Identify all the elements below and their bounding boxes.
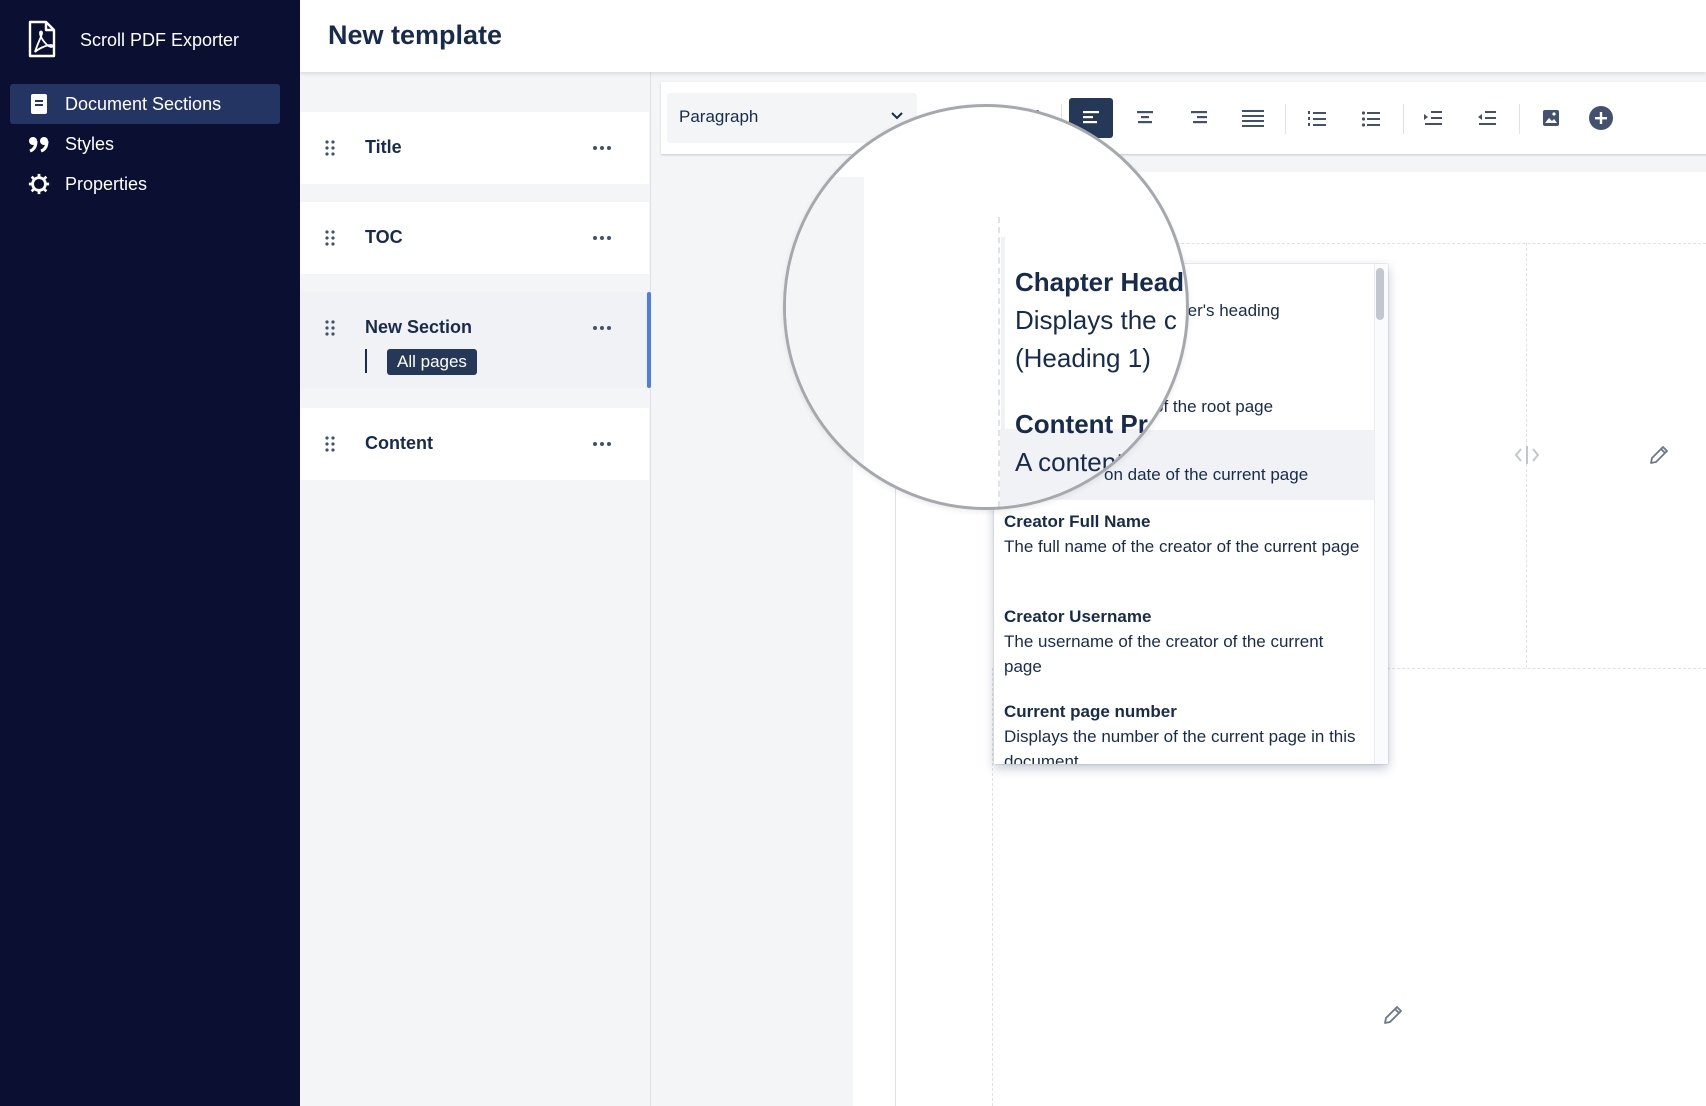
dropdown-item-creator-full-name[interactable]: Creator Full Name The full name of the c… — [994, 509, 1374, 559]
toolbar-divider — [1403, 104, 1404, 134]
magnified-view: Chapter Head Displays the c (Heading 1) … — [786, 107, 1186, 507]
magnified-desc: (Heading 1) — [1015, 343, 1151, 373]
magnifier-lens: Chapter Head Displays the c (Heading 1) … — [783, 104, 1189, 510]
edit-pencil-icon[interactable] — [1648, 444, 1670, 466]
section-toc[interactable]: TOC — [300, 202, 649, 274]
indent-icon — [1424, 111, 1442, 125]
section-label: Title — [365, 137, 402, 157]
plus-circle-icon — [1589, 106, 1613, 130]
sidebar-nav: Document Sections Styles Properties — [10, 84, 280, 204]
document-icon — [28, 93, 50, 115]
dropdown-item-current-page-number[interactable]: Current page number Displays the number … — [994, 699, 1374, 764]
section-title[interactable]: Title — [300, 112, 649, 184]
drag-handle-icon[interactable] — [324, 436, 336, 452]
drag-handle-icon[interactable] — [324, 140, 336, 156]
quote-icon — [28, 133, 50, 155]
gear-icon — [28, 173, 50, 195]
magnified-desc: A content — [1015, 447, 1124, 477]
sidebar: Scroll PDF Exporter Document Sections St… — [0, 0, 300, 1106]
bullet-list-icon — [1361, 111, 1380, 127]
insert-image-button[interactable] — [1529, 98, 1573, 138]
outdent-button[interactable] — [1465, 98, 1509, 138]
magnified-desc: Displays the c — [1015, 305, 1177, 335]
bullet-list-button[interactable] — [1349, 98, 1393, 138]
section-label: TOC — [365, 227, 403, 247]
page-scope-badge: All pages — [387, 349, 477, 375]
drag-handle-icon[interactable] — [324, 230, 336, 246]
sidebar-item-label: Document Sections — [65, 93, 222, 114]
ordered-list-button[interactable] — [1295, 98, 1339, 138]
outdent-icon — [1478, 111, 1496, 125]
brand[interactable]: Scroll PDF Exporter — [24, 20, 239, 60]
resize-handle-icon[interactable] — [1514, 444, 1540, 466]
more-icon[interactable] — [592, 441, 612, 447]
brand-name: Scroll PDF Exporter — [80, 29, 240, 50]
page-title: New template — [328, 20, 503, 50]
more-icon[interactable] — [592, 325, 612, 331]
header: New template — [300, 0, 1706, 72]
section-label: New Section — [365, 317, 473, 337]
image-icon — [1543, 110, 1559, 126]
dropdown-scrollbar-track[interactable] — [1374, 264, 1388, 764]
sidebar-item-properties[interactable]: Properties — [10, 164, 280, 204]
toolbar-divider — [1519, 104, 1520, 134]
dropdown-scrollbar-thumb[interactable] — [1376, 268, 1384, 320]
sidebar-item-label: Styles — [65, 133, 115, 154]
section-label: Content — [365, 433, 433, 453]
sidebar-item-label: Properties — [65, 173, 148, 194]
pdf-logo-icon — [28, 20, 56, 58]
more-icon[interactable] — [592, 145, 612, 151]
section-new-section[interactable]: New Section All pages — [300, 292, 651, 388]
magnified-title: Chapter Head — [1015, 267, 1185, 297]
edit-pencil-icon[interactable] — [1382, 1004, 1404, 1026]
section-content[interactable]: Content — [300, 408, 649, 480]
indent-button[interactable] — [1411, 98, 1455, 138]
sections-panel: Title TOC New Section All pages Content — [300, 72, 651, 1106]
ordered-list-icon — [1308, 111, 1326, 126]
chip-divider — [365, 349, 367, 373]
sidebar-item-styles[interactable]: Styles — [10, 124, 280, 164]
justify-icon — [1242, 110, 1264, 127]
justify-button[interactable] — [1231, 98, 1275, 138]
dropdown-item-creator-username[interactable]: Creator Username The username of the cre… — [994, 604, 1374, 679]
region-guide — [992, 668, 993, 1106]
insert-more-button[interactable] — [1579, 98, 1623, 138]
paragraph-style-value: Paragraph — [679, 107, 759, 126]
toolbar-divider — [1285, 104, 1286, 134]
more-icon[interactable] — [592, 235, 612, 241]
drag-handle-icon[interactable] — [324, 320, 336, 336]
magnified-title: Content Pr — [1015, 409, 1148, 439]
align-right-icon — [1191, 111, 1207, 124]
sidebar-item-document-sections[interactable]: Document Sections — [10, 84, 280, 124]
